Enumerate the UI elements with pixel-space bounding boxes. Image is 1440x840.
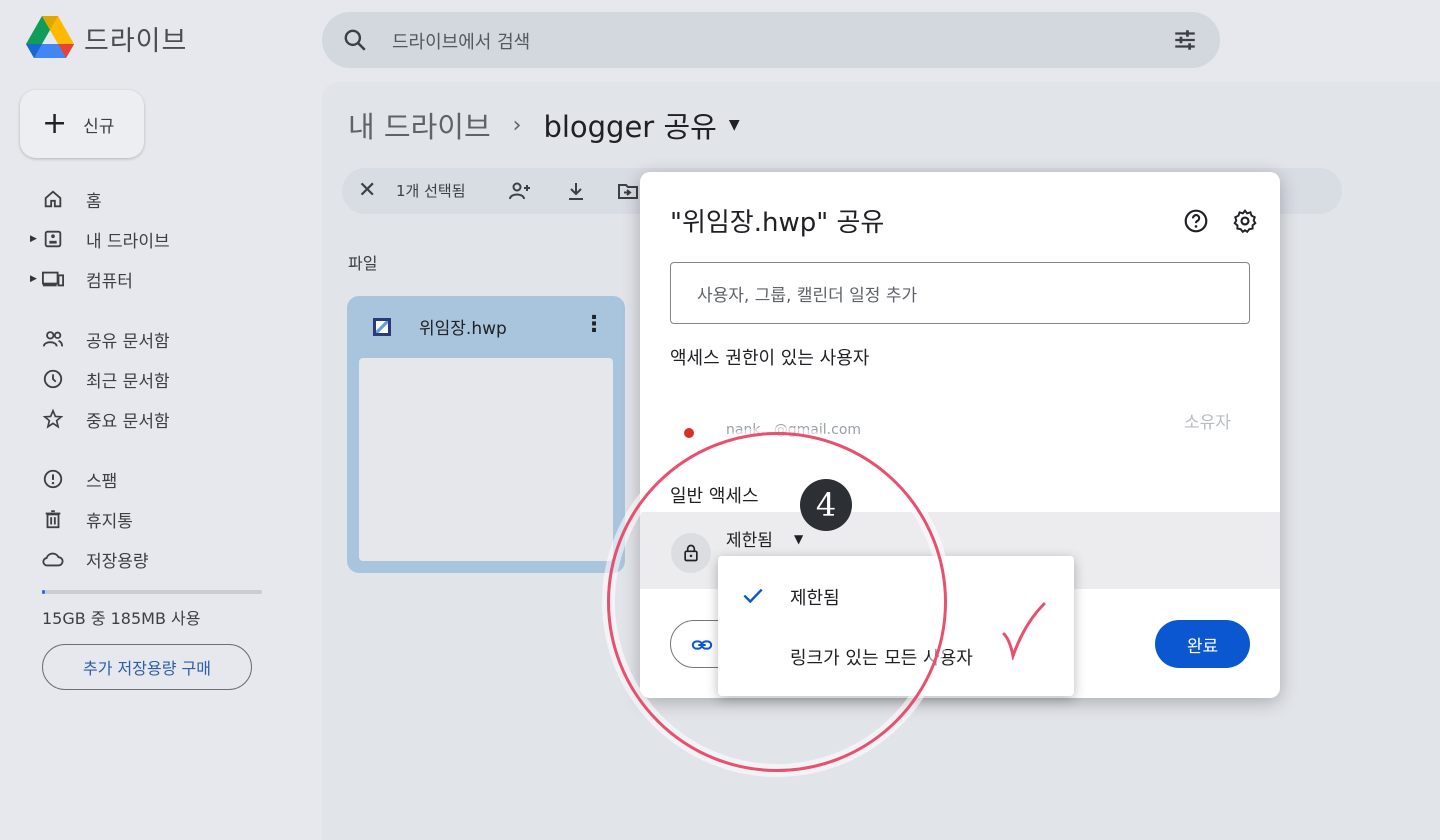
sidebar-item-my-drive[interactable]: 내 드라이브 (40, 224, 170, 254)
drive-logo-group[interactable]: 드라이브 (26, 16, 187, 60)
general-access-select[interactable]: 제한됨 (726, 526, 773, 551)
storage-progress-bar (42, 590, 262, 594)
sidebar-item-shared[interactable]: 공유 문서함 (40, 324, 170, 354)
people-with-access-heading: 액세스 권한이 있는 사용자 (670, 348, 870, 369)
storage-progress-fill (42, 590, 45, 594)
storage-usage-text: 15GB 중 185MB 사용 (42, 609, 201, 628)
done-button[interactable]: 완료 (1155, 620, 1250, 668)
plus-icon: + (42, 106, 68, 141)
user-avatar (684, 428, 694, 438)
sidebar-item-label: 최근 문서함 (86, 371, 170, 392)
help-icon[interactable] (1183, 208, 1209, 234)
shared-icon (40, 326, 66, 352)
my-drive-icon (40, 226, 66, 252)
hwp-file-icon (373, 318, 391, 336)
files-section-label: 파일 (348, 254, 378, 273)
add-person-icon[interactable] (508, 179, 532, 203)
clear-selection-icon[interactable]: ✕ (358, 178, 376, 203)
sidebar-item-label: 저장용량 (86, 551, 149, 572)
spam-icon (40, 466, 66, 492)
sidebar-item-label: 홈 (86, 191, 102, 212)
check-icon (743, 588, 763, 604)
trash-icon (40, 506, 66, 532)
computer-icon (40, 266, 66, 292)
new-button[interactable]: + 신규 (20, 90, 144, 158)
sidebar-item-label: 스팸 (86, 471, 118, 492)
sidebar-item-spam[interactable]: 스팸 (40, 464, 117, 494)
dropdown-arrow-icon[interactable]: ▼ (729, 117, 740, 133)
link-icon (691, 640, 713, 650)
sidebar-item-starred[interactable]: 중요 문서함 (40, 404, 170, 434)
selected-count: 1개 선택됨 (396, 182, 466, 200)
breadcrumb: 내 드라이브 › blogger 공유 ▼ (348, 104, 740, 146)
step-number-badge: 4 (800, 479, 852, 531)
sidebar-item-label: 컴퓨터 (86, 271, 133, 292)
add-people-input[interactable]: 사용자, 그룹, 캘린더 일정 추가 (670, 262, 1250, 324)
sidebar-item-home[interactable]: 홈 (40, 184, 102, 214)
new-button-label: 신규 (83, 116, 115, 137)
file-thumbnail (359, 358, 613, 561)
lock-icon (671, 533, 711, 573)
download-icon[interactable] (564, 179, 588, 203)
option-label: 제한됨 (790, 588, 840, 609)
chevron-right-icon: › (512, 112, 522, 138)
dropdown-arrow-icon[interactable]: ▼ (794, 532, 803, 546)
sidebar-item-trash[interactable]: 휴지통 (40, 504, 133, 534)
expand-caret-icon[interactable]: ▶ (30, 234, 37, 244)
file-card[interactable]: 위임장.hwp ⋮ (347, 296, 625, 573)
sidebar-item-label: 휴지통 (86, 511, 133, 532)
star-icon (40, 406, 66, 432)
search-icon (344, 29, 366, 51)
home-icon (40, 186, 66, 212)
sidebar-item-label: 공유 문서함 (86, 331, 170, 352)
search-input[interactable]: 드라이브에서 검색 (392, 28, 530, 54)
option-label: 링크가 있는 모든 사용자 (790, 648, 973, 669)
move-to-folder-icon[interactable] (616, 179, 640, 203)
expand-caret-icon[interactable]: ▶ (30, 274, 37, 284)
sidebar-item-recent[interactable]: 최근 문서함 (40, 364, 170, 394)
dialog-title: "위임장.hwp" 공유 (670, 208, 885, 238)
owner-email: nank...@gmail.com (726, 422, 862, 438)
brand-name: 드라이브 (84, 25, 188, 57)
search-options-icon[interactable] (1172, 27, 1198, 53)
sidebar-item-label: 중요 문서함 (86, 411, 170, 432)
clock-icon (40, 366, 66, 392)
file-name: 위임장.hwp (419, 319, 507, 339)
gear-icon[interactable] (1232, 208, 1258, 234)
sidebar-item-computers[interactable]: 컴퓨터 (40, 264, 133, 294)
more-options-icon[interactable]: ⋮ (583, 312, 605, 337)
sidebar-item-label: 내 드라이브 (86, 231, 170, 252)
drive-app: 드라이브 드라이브에서 검색 + 신규 홈 ▶ 내 드라이브 ▶ 컴퓨터 공유 … (0, 0, 1440, 840)
search-bar[interactable]: 드라이브에서 검색 (322, 12, 1220, 68)
buy-storage-button[interactable]: 추가 저장용량 구매 (42, 644, 252, 690)
cloud-icon (40, 546, 66, 572)
breadcrumb-root[interactable]: 내 드라이브 (348, 104, 491, 146)
annotation-checkmark-icon (1002, 602, 1046, 660)
breadcrumb-current[interactable]: blogger 공유 (543, 104, 716, 146)
sidebar-item-storage[interactable]: 저장용량 (40, 544, 149, 574)
google-drive-logo-icon (26, 16, 74, 58)
owner-role-label: 소유자 (1184, 413, 1231, 433)
general-access-heading: 일반 액세스 (670, 486, 759, 507)
